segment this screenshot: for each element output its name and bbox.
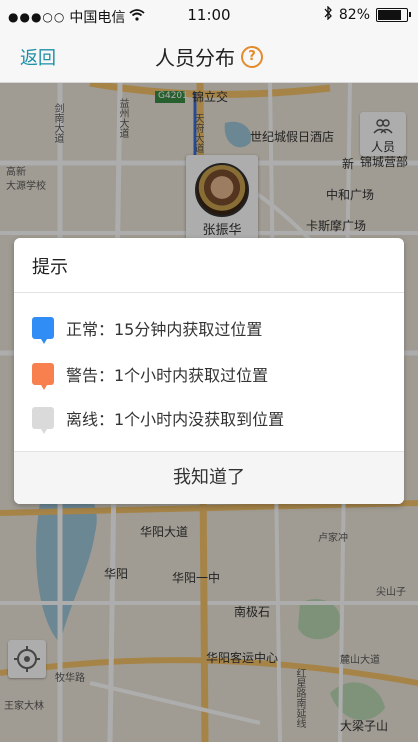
legend-text: 正常：15分钟内获取过位置: [66, 320, 263, 339]
dialog-title: 提示: [32, 257, 68, 278]
legend-text: 离线：1个小时内没获取到位置: [66, 410, 285, 429]
legend-item-warning: 警告：1个小时内获取过位置: [32, 362, 269, 390]
status-swatch-offline: [32, 407, 54, 434]
help-icon[interactable]: ?: [241, 45, 263, 68]
bluetooth-icon: [323, 5, 333, 24]
legend-item-normal: 正常：15分钟内获取过位置: [32, 316, 263, 344]
dialog-divider: [14, 292, 404, 293]
confirm-button[interactable]: 我知道了: [14, 452, 404, 504]
navigation-bar: 返回 人员分布 ?: [0, 30, 418, 83]
legend-text: 警告：1个小时内获取过位置: [66, 366, 269, 385]
battery-percent: 82%: [338, 7, 370, 23]
status-bar: ●●●○○ 中国电信 11:00 82%: [0, 0, 418, 30]
status-swatch-warning: [32, 363, 54, 390]
legend-dialog: 提示 正常：15分钟内获取过位置 警告：1个小时内获取过位置 离线：1个小时内没…: [14, 238, 404, 504]
title-group: 人员分布 ?: [0, 42, 418, 71]
status-right: 82%: [323, 5, 411, 24]
status-swatch-normal: [32, 317, 54, 344]
battery-icon: [376, 8, 411, 22]
page-title: 人员分布: [155, 46, 235, 70]
legend-item-offline: 离线：1个小时内没获取到位置: [32, 406, 285, 434]
